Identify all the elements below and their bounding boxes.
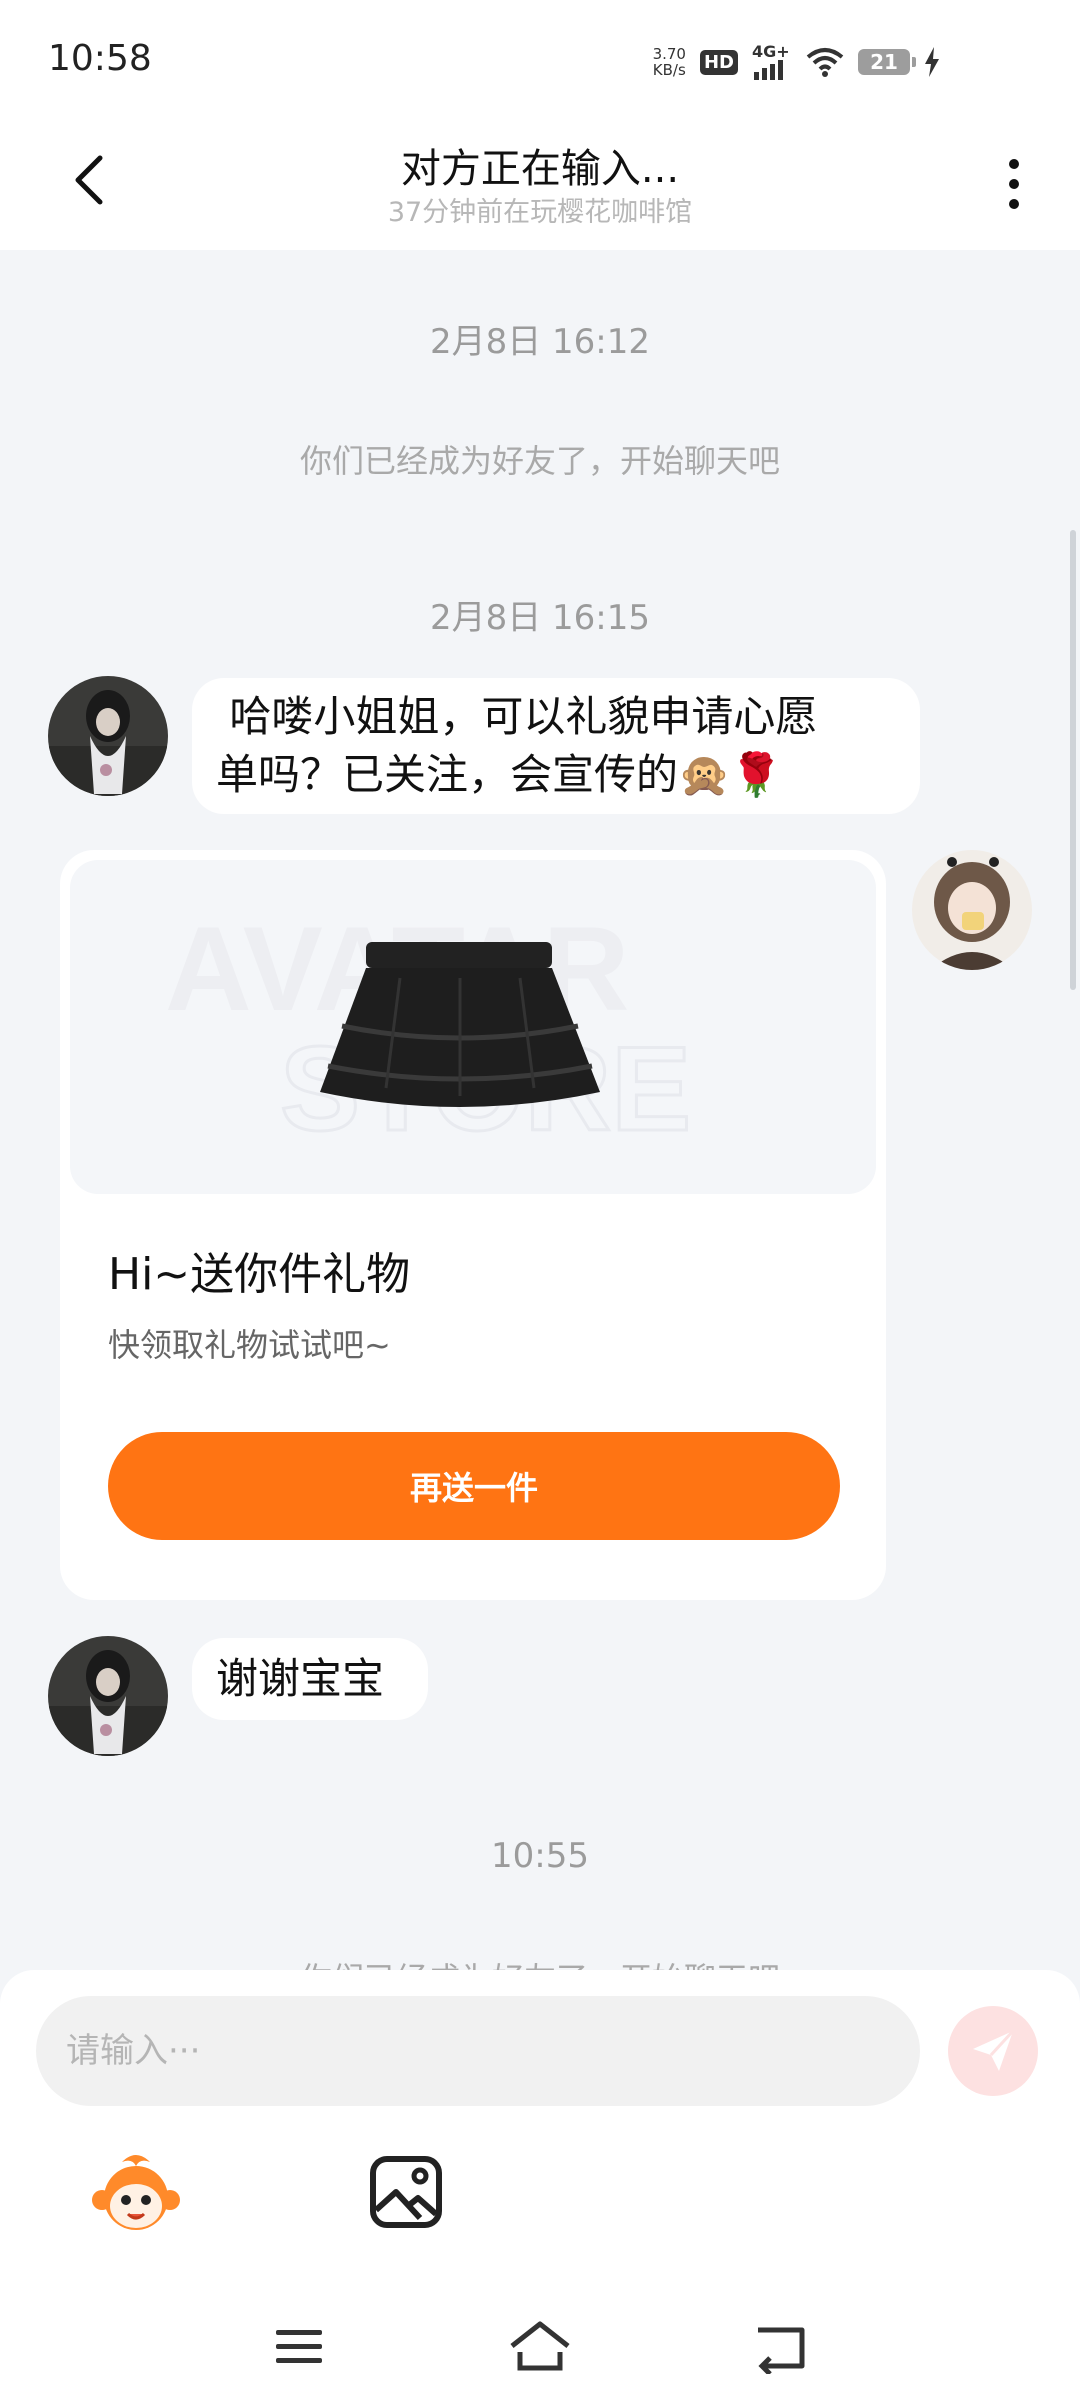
menu-button[interactable] (270, 2320, 330, 2374)
message-input[interactable] (36, 1996, 920, 2106)
system-note: 你们已经成为好友了，开始聊天吧 (0, 1954, 1080, 1970)
menu-icon (276, 2330, 322, 2363)
image-button[interactable] (368, 2154, 444, 2230)
timestamp: 2月8日 16:15 (429, 598, 651, 638)
my-avatar[interactable] (912, 850, 1032, 970)
message-bubble[interactable]: 哈喽小姐姐，可以礼貌申请心愿 单吗？已关注，会宣传的🙊🌹 (192, 678, 920, 814)
chat-header: 对方正在输入... 37分钟前在玩樱花咖啡馆 (0, 120, 1080, 250)
more-vertical-icon (1009, 159, 1019, 209)
signal-icon: 4G+ (752, 44, 792, 80)
send-another-gift-button[interactable]: 再送一件 (108, 1432, 840, 1540)
more-options-button[interactable] (994, 154, 1034, 214)
send-button[interactable] (948, 2006, 1038, 2096)
friend-avatar[interactable] (48, 1636, 168, 1756)
hd-icon: HD (699, 49, 738, 75)
gift-image: AVATAR STORE (70, 860, 876, 1194)
chat-area[interactable]: 2月8日 16:12 你们已经成为好友了，开始聊天吧 2月8日 16:15 哈喽… (0, 250, 1080, 1970)
back-nav-button[interactable] (752, 2320, 812, 2376)
net-speed-value: 3.70 (652, 45, 686, 63)
send-icon (973, 2029, 1015, 2071)
message-text: 哈喽小姐姐，可以礼貌申请心愿 (216, 692, 818, 741)
home-button[interactable] (510, 2320, 570, 2374)
return-icon (758, 2327, 805, 2376)
message-text: 谢谢宝宝 (216, 1654, 385, 1703)
system-nav-bar (0, 2280, 1080, 2408)
message-text: 单吗？已关注，会宣传的🙊🌹 (216, 750, 783, 799)
image-icon (370, 2156, 442, 2228)
charging-icon (925, 47, 939, 77)
status-time: 10:58 (48, 38, 152, 79)
chat-title: 对方正在输入... (400, 146, 680, 192)
friend-avatar[interactable] (48, 676, 168, 796)
home-icon (510, 2321, 570, 2371)
chat-subtitle: 37分钟前在玩樱花咖啡馆 (387, 197, 693, 228)
monkey-sticker-icon (92, 2155, 180, 2230)
network-type: 4G+ (752, 42, 790, 61)
sticker-button[interactable] (92, 2150, 180, 2238)
battery-icon: 21 (858, 49, 916, 75)
system-note: 你们已经成为好友了，开始聊天吧 (299, 442, 780, 480)
status-bar: 10:58 3.70 KB/s HD 4G+ 21 (0, 0, 1080, 120)
gift-card[interactable]: AVATAR STORE Hi~送你件礼物 快领取礼物试试吧~ 再送一件 (60, 850, 886, 1600)
gift-description: 快领取礼物试试吧~ (108, 1326, 391, 1364)
net-speed-unit: KB/s (652, 61, 686, 79)
timestamp: 10:55 (491, 1836, 589, 1876)
wifi-icon (806, 48, 844, 77)
scrollbar[interactable] (1070, 530, 1076, 990)
message-bubble[interactable]: 谢谢宝宝 (192, 1638, 428, 1720)
status-icons: 3.70 KB/s HD 4G+ 21 (653, 44, 940, 80)
gift-title: Hi~送你件礼物 (108, 1249, 411, 1300)
timestamp: 2月8日 16:12 (429, 322, 651, 362)
net-speed: 3.70 KB/s (653, 46, 686, 78)
